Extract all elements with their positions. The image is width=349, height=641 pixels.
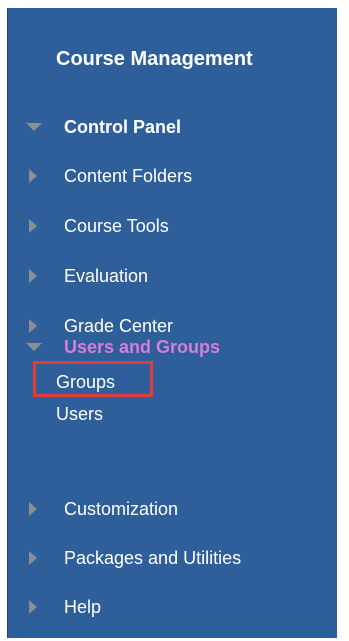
menu-item-evaluation[interactable]: Evaluation [24,261,148,291]
submenu-item-groups[interactable]: Groups [56,372,115,393]
menu-item-label: Evaluation [64,265,149,286]
menu-item-label: Course Tools [64,215,169,236]
control-panel-label: Control Panel [64,116,182,137]
triangle-right-icon [24,499,44,519]
menu-item-label: Content Folders [64,165,193,186]
menu-item-help[interactable]: Help [24,592,101,622]
menu-item-packages-and-utilities[interactable]: Packages and Utilities [24,543,241,573]
triangle-down-icon [24,337,44,357]
menu-item-customization[interactable]: Customization [24,494,178,524]
menu-item-course-tools[interactable]: Course Tools [24,211,169,241]
menu-item-label: Customization [64,498,179,519]
triangle-right-icon [24,597,44,617]
triangle-down-icon [24,117,44,137]
course-management-panel: Course Management Control Panel Content … [7,8,337,638]
triangle-right-icon [24,166,44,186]
control-panel-toggle[interactable]: Control Panel [24,112,181,142]
triangle-right-icon [24,266,44,286]
triangle-right-icon [24,216,44,236]
menu-item-label: Packages and Utilities [64,547,242,568]
triangle-right-icon [24,548,44,568]
submenu-item-users[interactable]: Users [56,404,103,425]
panel-title: Course Management [56,48,253,70]
menu-item-label: Help [64,596,102,617]
users-and-groups-toggle[interactable]: Users and Groups [24,332,220,362]
menu-item-content-folders[interactable]: Content Folders [24,161,192,191]
users-and-groups-label: Users and Groups [64,336,221,357]
